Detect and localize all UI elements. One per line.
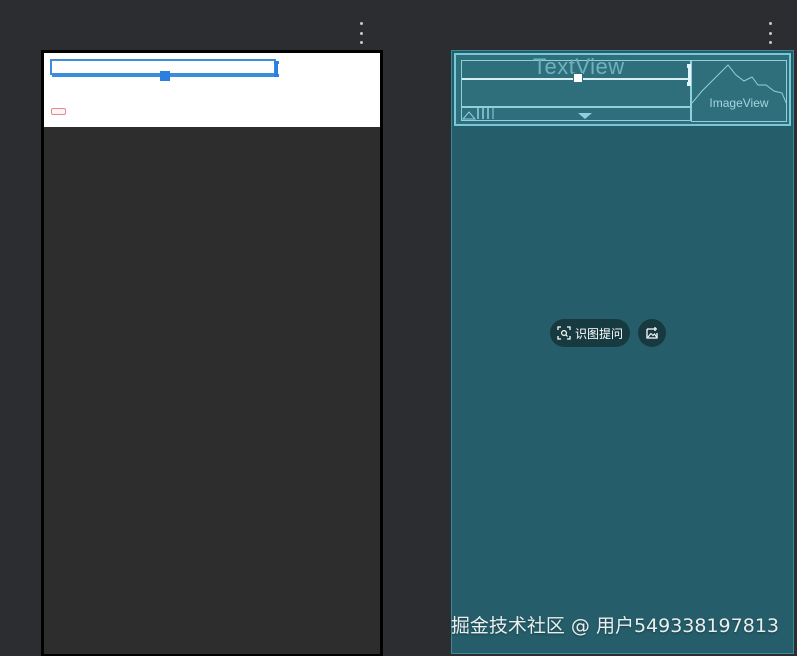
blueprint-surface[interactable]: TextView ImageView (451, 50, 794, 654)
recognize-button-label: 识图提问 (574, 326, 623, 341)
widget-glyph-icon (462, 108, 494, 120)
image-action-button[interactable] (638, 319, 666, 347)
scan-image-icon (557, 326, 571, 340)
blueprint-center-handle[interactable] (573, 73, 583, 83)
left-panel-options-icon[interactable] (356, 22, 366, 44)
blueprint-header-layout[interactable]: TextView ImageView (454, 53, 791, 126)
imageview-label: ImageView (709, 96, 769, 110)
right-panel-options-icon[interactable] (765, 22, 775, 44)
blueprint-textview[interactable]: TextView (461, 54, 692, 108)
spinner-chip[interactable] (51, 108, 66, 115)
recognize-image-button[interactable]: 识图提问 (550, 319, 630, 347)
design-surface[interactable] (44, 53, 380, 654)
blueprint-imageview[interactable]: ImageView (691, 60, 787, 122)
spinner-dropdown-icon (578, 113, 592, 119)
image-edit-icon (646, 327, 658, 339)
design-header-layout[interactable] (44, 53, 380, 127)
watermark-text: 掘金技术社区 @ 用户549338197813 (450, 615, 779, 637)
blueprint-spinner[interactable] (461, 106, 691, 121)
right-resize-handle[interactable] (274, 61, 279, 77)
image-placeholder-icon (692, 64, 786, 104)
center-resize-handle[interactable] (160, 71, 170, 81)
